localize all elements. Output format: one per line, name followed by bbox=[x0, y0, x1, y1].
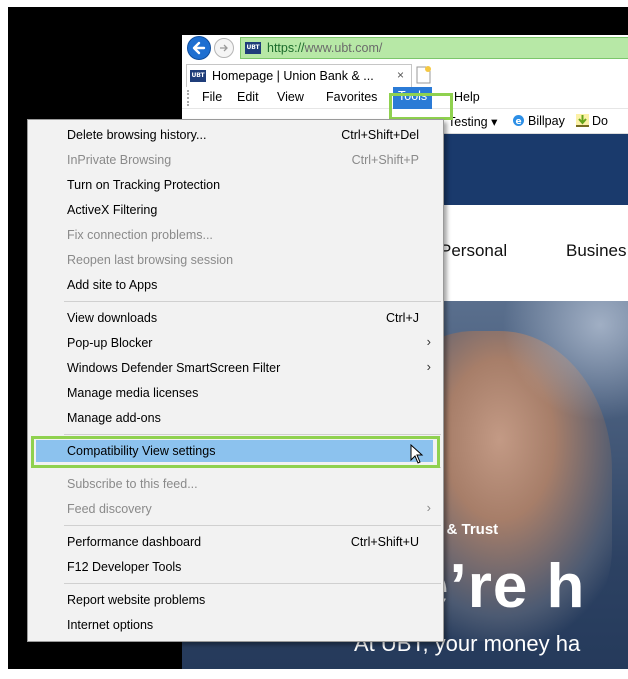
tools-menu-item-label: Windows Defender SmartScreen Filter bbox=[67, 361, 281, 375]
tools-menu-item: Feed discovery › bbox=[28, 498, 443, 520]
favorites-download[interactable]: Do bbox=[576, 114, 608, 128]
menu-separator bbox=[64, 434, 441, 435]
submenu-arrow-icon: › bbox=[426, 334, 431, 349]
menu-grip bbox=[187, 90, 190, 106]
tools-menu-item[interactable]: Manage add-ons bbox=[28, 407, 443, 429]
submenu-arrow-icon: › bbox=[426, 500, 431, 515]
favorites-testing[interactable]: Testing ▾ bbox=[448, 114, 497, 129]
tools-menu-item-label: Feed discovery bbox=[67, 502, 152, 516]
menu-view[interactable]: View bbox=[277, 90, 304, 104]
tools-menu-item[interactable]: ActiveX Filtering bbox=[28, 199, 443, 221]
menu-favorites[interactable]: Favorites bbox=[326, 90, 377, 104]
download-icon bbox=[576, 114, 589, 127]
new-tab-icon bbox=[416, 66, 431, 84]
menu-separator bbox=[64, 301, 441, 302]
compatibility-view-highlight bbox=[31, 436, 440, 468]
menu-edit[interactable]: Edit bbox=[237, 90, 259, 104]
tools-menu-item[interactable]: Turn on Tracking Protection bbox=[28, 174, 443, 196]
submenu-arrow-icon: › bbox=[426, 359, 431, 374]
tools-menu-item-label: View downloads bbox=[67, 311, 158, 325]
tab-close-icon[interactable]: × bbox=[397, 68, 404, 82]
address-bar[interactable]: UBT https://www.ubt.com/ bbox=[240, 37, 628, 59]
tools-menu-item: Subscribe to this feed... bbox=[28, 473, 443, 495]
tools-menu-shortcut: Ctrl+J bbox=[386, 311, 419, 325]
url-text[interactable]: https://www.ubt.com/ bbox=[267, 41, 382, 55]
tools-menu-item[interactable]: Internet options bbox=[28, 614, 443, 636]
tools-menu-item-label: ActiveX Filtering bbox=[67, 203, 158, 217]
tools-menu-shortcut: Ctrl+Shift+Del bbox=[341, 128, 419, 142]
new-tab-button[interactable] bbox=[415, 65, 433, 85]
tools-menu-item-label: Pop-up Blocker bbox=[67, 336, 153, 350]
tools-menu-item-label: Internet options bbox=[67, 618, 154, 632]
tab-strip: UBT Homepage | Union Bank & ... × bbox=[182, 61, 628, 87]
favorites-billpay[interactable]: e Billpay bbox=[512, 114, 565, 128]
tools-menu-shortcut: Ctrl+Shift+P bbox=[351, 153, 419, 167]
tools-menu-item-label: Add site to Apps bbox=[67, 278, 158, 292]
nav-personal[interactable]: Personal bbox=[440, 241, 507, 261]
tools-menu-item-label: Manage add-ons bbox=[67, 411, 161, 425]
tools-menu-item[interactable]: Add site to Apps bbox=[28, 274, 443, 296]
tools-menu-item-label: Manage media licenses bbox=[67, 386, 199, 400]
site-favicon-icon: UBT bbox=[245, 42, 261, 54]
tools-menu-item-label: InPrivate Browsing bbox=[67, 153, 172, 167]
menu-file[interactable]: File bbox=[202, 90, 222, 104]
tools-menu-item-label: Delete browsing history... bbox=[67, 128, 207, 142]
tools-menu-item[interactable]: F12 Developer Tools bbox=[28, 556, 443, 578]
mouse-cursor-icon bbox=[410, 444, 424, 464]
tools-menu-item-label: Reopen last browsing session bbox=[67, 253, 234, 267]
tools-menu-item-label: Turn on Tracking Protection bbox=[67, 178, 221, 192]
tools-menu-item: Fix connection problems... bbox=[28, 224, 443, 246]
tools-menu-item: Reopen last browsing session bbox=[28, 249, 443, 271]
ie-page-icon: e bbox=[513, 115, 524, 127]
address-row: UBT https://www.ubt.com/ bbox=[182, 35, 628, 61]
tools-dropdown-menu: Delete browsing history... Ctrl+Shift+Del… bbox=[27, 119, 444, 642]
tools-menu-highlight bbox=[389, 93, 453, 120]
tools-menu-item[interactable]: Performance dashboard Ctrl+Shift+U bbox=[28, 531, 443, 553]
svg-text:e: e bbox=[515, 117, 521, 127]
tools-menu-item[interactable]: Pop-up Blocker › bbox=[28, 332, 443, 354]
arrow-right-icon bbox=[220, 44, 228, 52]
tools-menu-item[interactable]: Report website problems bbox=[28, 589, 443, 611]
arrow-left-icon bbox=[192, 41, 206, 55]
forward-button[interactable] bbox=[214, 38, 234, 58]
menu-separator bbox=[64, 583, 441, 584]
tools-menu-item: InPrivate Browsing Ctrl+Shift+P bbox=[28, 149, 443, 171]
tools-menu-item[interactable]: Manage media licenses bbox=[28, 382, 443, 404]
screen-background-top bbox=[182, 7, 628, 35]
tab-title: Homepage | Union Bank & ... bbox=[212, 69, 374, 83]
menu-help[interactable]: Help bbox=[454, 90, 480, 104]
tools-menu-item-label: F12 Developer Tools bbox=[67, 560, 182, 574]
menu-separator bbox=[64, 525, 441, 526]
tools-menu-shortcut: Ctrl+Shift+U bbox=[350, 535, 419, 549]
hero-photo-glare bbox=[502, 301, 628, 421]
tools-menu-item-label: Fix connection problems... bbox=[67, 228, 213, 242]
tools-menu-item[interactable]: Delete browsing history... Ctrl+Shift+Del bbox=[28, 124, 443, 146]
back-button[interactable] bbox=[187, 36, 211, 60]
tools-menu-item-label: Subscribe to this feed... bbox=[67, 477, 198, 491]
tab-homepage[interactable]: UBT Homepage | Union Bank & ... × bbox=[186, 64, 412, 87]
tools-menu-item-label: Report website problems bbox=[67, 593, 206, 607]
tab-favicon-icon: UBT bbox=[190, 70, 206, 82]
nav-business[interactable]: Busines bbox=[566, 241, 626, 261]
tools-menu-item[interactable]: Windows Defender SmartScreen Filter › bbox=[28, 357, 443, 379]
tools-menu-item[interactable]: View downloads Ctrl+J bbox=[28, 307, 443, 329]
tools-menu-item-label: Performance dashboard bbox=[67, 535, 202, 549]
